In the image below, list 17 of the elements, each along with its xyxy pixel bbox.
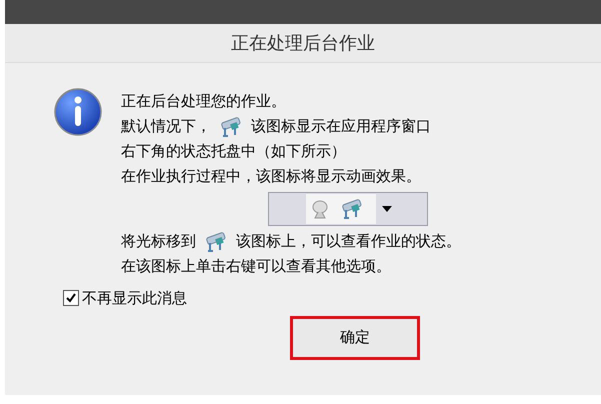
checkbox-label: 不再显示此消息 — [82, 288, 187, 309]
checkbox[interactable] — [63, 290, 79, 306]
info-icon — [53, 87, 103, 137]
plotter-icon — [204, 230, 228, 252]
ok-button[interactable]: 确定 — [290, 316, 420, 360]
message-text: 该图标上，可以查看作业的状态。 — [236, 231, 461, 252]
message-text: 在该图标上单击右键可以查看其他选项。 — [121, 256, 392, 277]
plotter-icon — [340, 198, 364, 220]
message-text: 默认情况下， — [121, 116, 211, 137]
dialog-title: 正在处理后台作业 — [231, 32, 375, 56]
message-text: 将光标移到 — [121, 231, 196, 252]
dropdown-arrow-icon — [382, 206, 392, 212]
message-text: 在作业执行过程中，该图标将显示动画效果。 — [121, 166, 422, 187]
message-text: 该图标显示在应用程序窗口 — [251, 116, 431, 137]
message-text: 右下角的状态托盘中（如下所示） — [121, 141, 347, 162]
plotter-icon — [219, 116, 243, 138]
message-text: 正在后台处理您的作业。 — [121, 91, 287, 112]
